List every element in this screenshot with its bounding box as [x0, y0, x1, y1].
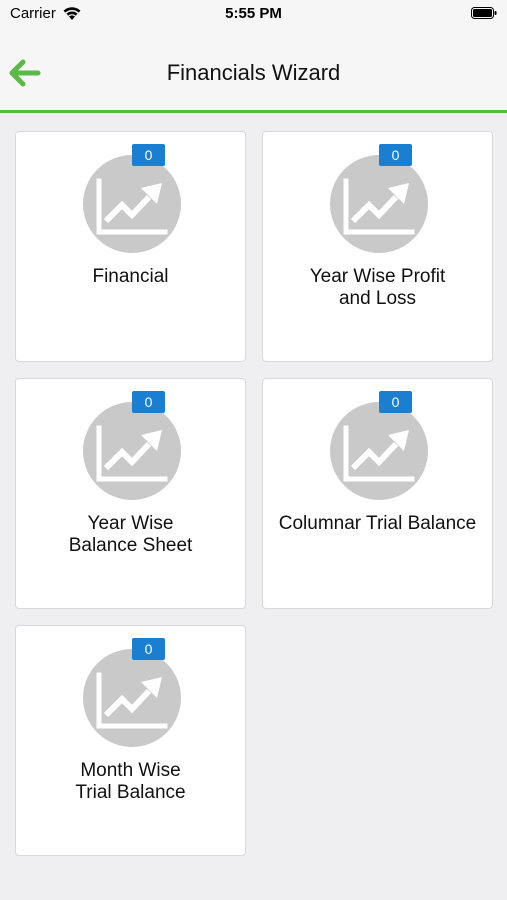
card-label-line: Financial	[92, 266, 169, 287]
wizard-card[interactable]: 0 Year Wise Profit and Loss	[262, 131, 493, 362]
count-badge: 0	[132, 391, 165, 413]
card-label: Year Wise Balance Sheet	[20, 513, 241, 557]
count-badge: 0	[379, 144, 412, 166]
count-badge: 0	[379, 391, 412, 413]
chart-up-icon	[83, 402, 181, 500]
status-bar: Carrier 5:55 PM	[0, 0, 507, 28]
page-title: Financials Wizard	[166, 60, 341, 85]
card-label: Month Wise Trial Balance	[20, 760, 241, 804]
chart-up-icon	[83, 155, 181, 253]
chart-up-icon	[83, 649, 181, 747]
wizard-card[interactable]: 0 Financial	[15, 131, 246, 362]
card-label-line: Year Wise Profit	[309, 266, 446, 287]
clock: 5:55 PM	[225, 5, 282, 22]
count-badge: 0	[132, 144, 165, 166]
card-label-line: Year Wise	[87, 513, 174, 534]
card-label: Financial	[20, 266, 241, 288]
nav-accent-line	[0, 110, 507, 113]
card-label-line: Columnar Trial Balance	[278, 513, 477, 534]
chart-up-icon	[330, 155, 428, 253]
wizard-card[interactable]: 0 Year Wise Balance Sheet	[15, 378, 246, 609]
card-label-line: and Loss	[338, 288, 417, 309]
card-label: Columnar Trial Balance	[267, 513, 488, 535]
nav-bar: Financials Wizard	[0, 28, 507, 113]
card-label-line: Balance Sheet	[68, 535, 193, 556]
card-label: Year Wise Profit and Loss	[267, 266, 488, 310]
wizard-card[interactable]: 0 Month Wise Trial Balance	[15, 625, 246, 856]
count-badge: 0	[132, 638, 165, 660]
chart-up-icon	[330, 402, 428, 500]
card-label-line: Trial Balance	[75, 782, 186, 803]
card-label-line: Month Wise	[80, 760, 181, 781]
battery-icon	[471, 7, 497, 19]
wizard-card[interactable]: 0 Columnar Trial Balance	[262, 378, 493, 609]
